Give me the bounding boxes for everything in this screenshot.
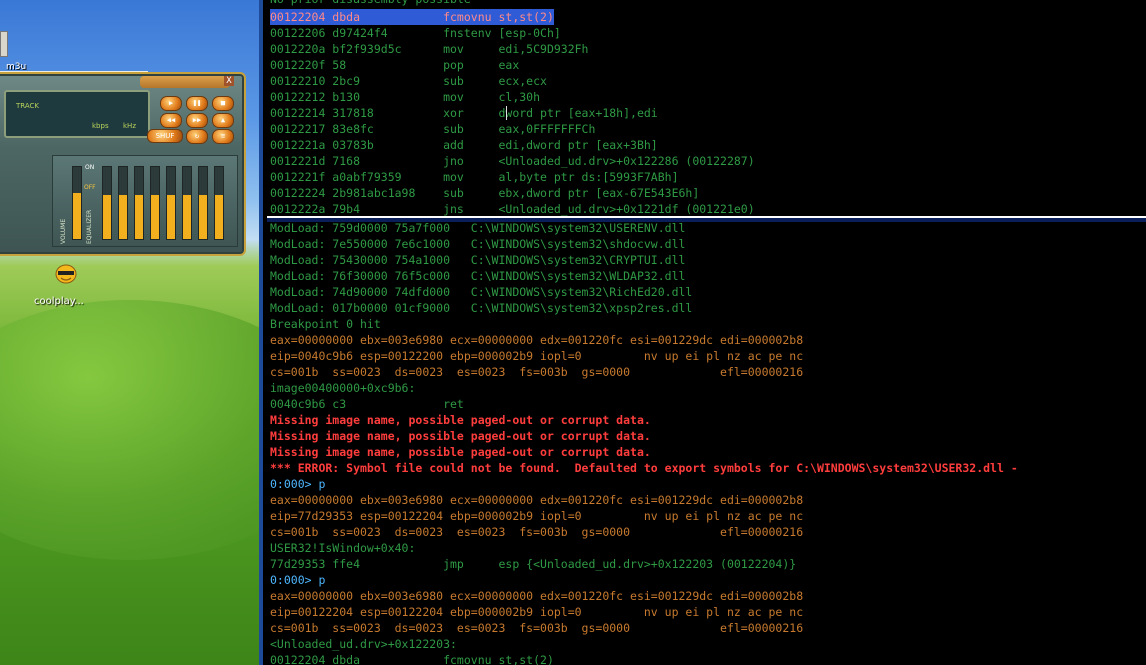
output-line: ModLoad: 74d90000 74dfd000 C:\WINDOWS\sy… [270, 285, 693, 299]
output-line: Missing image name, possible paged-out o… [270, 445, 651, 459]
output-line: Missing image name, possible paged-out o… [270, 413, 651, 427]
text-caret [506, 106, 507, 120]
eq-on-label[interactable]: ON [85, 164, 94, 171]
debugger-window: No prior disassembly possible 00122204 db… [259, 0, 1146, 665]
eq-band-slider[interactable] [166, 166, 176, 240]
window-edge[interactable] [0, 31, 8, 57]
eq-band-slider[interactable] [102, 166, 112, 240]
play-button[interactable]: ▶ [160, 96, 182, 111]
disasm-line[interactable]: 0012222a 79b4 jns <Unloaded_ud.drv>+0x12… [270, 201, 755, 216]
player-titlebar[interactable] [140, 76, 230, 88]
output-line: cs=001b ss=0023 ds=0023 es=0023 fs=003b … [270, 525, 804, 539]
output-line: Missing image name, possible paged-out o… [270, 429, 651, 443]
kbps-label: kbps [92, 122, 109, 130]
output-line: ModLoad: 76f30000 76f5c000 C:\WINDOWS\sy… [270, 269, 686, 283]
volume-slider[interactable] [72, 166, 82, 240]
output-line: ModLoad: 017b0000 01cf9000 C:\WINDOWS\sy… [270, 301, 693, 315]
desktop-background: m3u X TRACK kbps kHz ▶ ❚❚ ■ ◀◀ ▶▶ ▲ SHUF… [0, 0, 259, 665]
shuffle-button[interactable]: SHUF [147, 129, 183, 143]
output-line: eip=77d29353 esp=00122204 ebp=000002b9 i… [270, 509, 804, 523]
playlist-button[interactable]: ≡ [212, 129, 234, 144]
eq-band-slider[interactable] [214, 166, 224, 240]
eq-band-slider[interactable] [198, 166, 208, 240]
disasm-line[interactable]: 0012220f 58 pop eax [270, 57, 519, 73]
disassembly-pane[interactable]: No prior disassembly possible 00122204 db… [267, 0, 1146, 218]
coolplay-app-icon[interactable] [51, 262, 81, 288]
command-prompt-line: 0:000> p [270, 477, 326, 491]
output-line: <Unloaded_ud.drv>+0x122203: [270, 637, 457, 651]
disasm-line[interactable]: 00122212 b130 mov cl,30h [270, 89, 540, 105]
output-line: cs=001b ss=0023 ds=0023 es=0023 fs=003b … [270, 621, 804, 635]
output-line: image00400000+0xc9b6: [270, 381, 416, 395]
equalizer-label: EQUALIZER [86, 209, 93, 244]
volume-label: VOLUME [60, 218, 67, 244]
output-line: eip=00122204 esp=00122204 ebp=000002b9 i… [270, 605, 804, 619]
disasm-header-line: No prior disassembly possible [270, 0, 471, 7]
khz-label: kHz [123, 122, 136, 130]
stop-button[interactable]: ■ [212, 96, 234, 111]
track-label: TRACK [16, 102, 39, 110]
output-line: eax=00000000 ebx=003e6980 ecx=00000000 e… [270, 333, 804, 347]
disasm-line-current[interactable]: 00122204 dbda fcmovnu st,st(2) [270, 9, 554, 25]
output-line: ModLoad: 7e550000 7e6c1000 C:\WINDOWS\sy… [270, 237, 686, 251]
disasm-line[interactable]: 0012221f a0abf79359 mov al,byte ptr ds:[… [270, 169, 679, 185]
disasm-line[interactable]: 00122206 d97424f4 fnstenv [esp-0Ch] [270, 25, 561, 41]
disasm-line[interactable]: 0012221d 7168 jno <Unloaded_ud.drv>+0x12… [270, 153, 755, 169]
eject-button[interactable]: ▲ [212, 113, 234, 128]
next-button[interactable]: ▶▶ [186, 113, 208, 128]
repeat-button[interactable]: ↻ [186, 129, 208, 144]
output-line: 00122204 dbda fcmovnu st,st(2) [270, 653, 554, 665]
disasm-line[interactable]: 00122210 2bc9 sub ecx,ecx [270, 73, 547, 89]
disasm-line[interactable]: 00122217 83e8fc sub eax,0FFFFFFFCh [270, 121, 595, 137]
output-line: Breakpoint 0 hit [270, 317, 381, 331]
eq-band-slider[interactable] [118, 166, 128, 240]
output-line: 77d29353 ffe4 jmp esp {<Unloaded_ud.drv>… [270, 557, 797, 571]
close-icon[interactable]: X [224, 76, 234, 86]
command-prompt-line: 0:000> p [270, 573, 326, 587]
eq-band-slider[interactable] [134, 166, 144, 240]
eq-band-slider[interactable] [182, 166, 192, 240]
output-line: eax=00000000 ebx=003e6980 ecx=00000000 e… [270, 589, 804, 603]
disasm-line[interactable]: 0012220a bf2f939d5c mov edi,5C9D932Fh [270, 41, 589, 57]
command-output-pane[interactable]: ModLoad: 759d0000 75a7f000 C:\WINDOWS\sy… [267, 222, 1146, 665]
desktop-hill [0, 300, 259, 560]
eq-off-label[interactable]: OFF [84, 184, 96, 191]
disasm-line[interactable]: 00122224 2b981abc1a98 sub ebx,dword ptr … [270, 185, 699, 201]
disasm-line[interactable]: 0012221a 03783b add edi,dword ptr [eax+3… [270, 137, 658, 153]
output-line: eax=00000000 ebx=003e6980 ecx=00000000 e… [270, 493, 804, 507]
output-line: 0040c9b6 c3 ret [270, 397, 464, 411]
output-line: ModLoad: 75430000 754a1000 C:\WINDOWS\sy… [270, 253, 686, 267]
coolplay-icon-label[interactable]: coolplay... [34, 296, 84, 307]
disasm-line[interactable]: 00122214 317818 xor dword ptr [eax+18h],… [270, 105, 658, 121]
output-line: eip=0040c9b6 esp=00122200 ebp=000002b9 i… [270, 349, 804, 363]
output-line: *** ERROR: Symbol file could not be foun… [270, 461, 1018, 475]
pause-button[interactable]: ❚❚ [186, 96, 208, 111]
output-line: cs=001b ss=0023 ds=0023 es=0023 fs=003b … [270, 365, 804, 379]
player-display [4, 90, 150, 138]
previous-button[interactable]: ◀◀ [160, 113, 182, 128]
output-line: USER32!IsWindow+0x40: [270, 541, 416, 555]
output-line: ModLoad: 759d0000 75a7f000 C:\WINDOWS\sy… [270, 222, 686, 235]
eq-band-slider[interactable] [150, 166, 160, 240]
